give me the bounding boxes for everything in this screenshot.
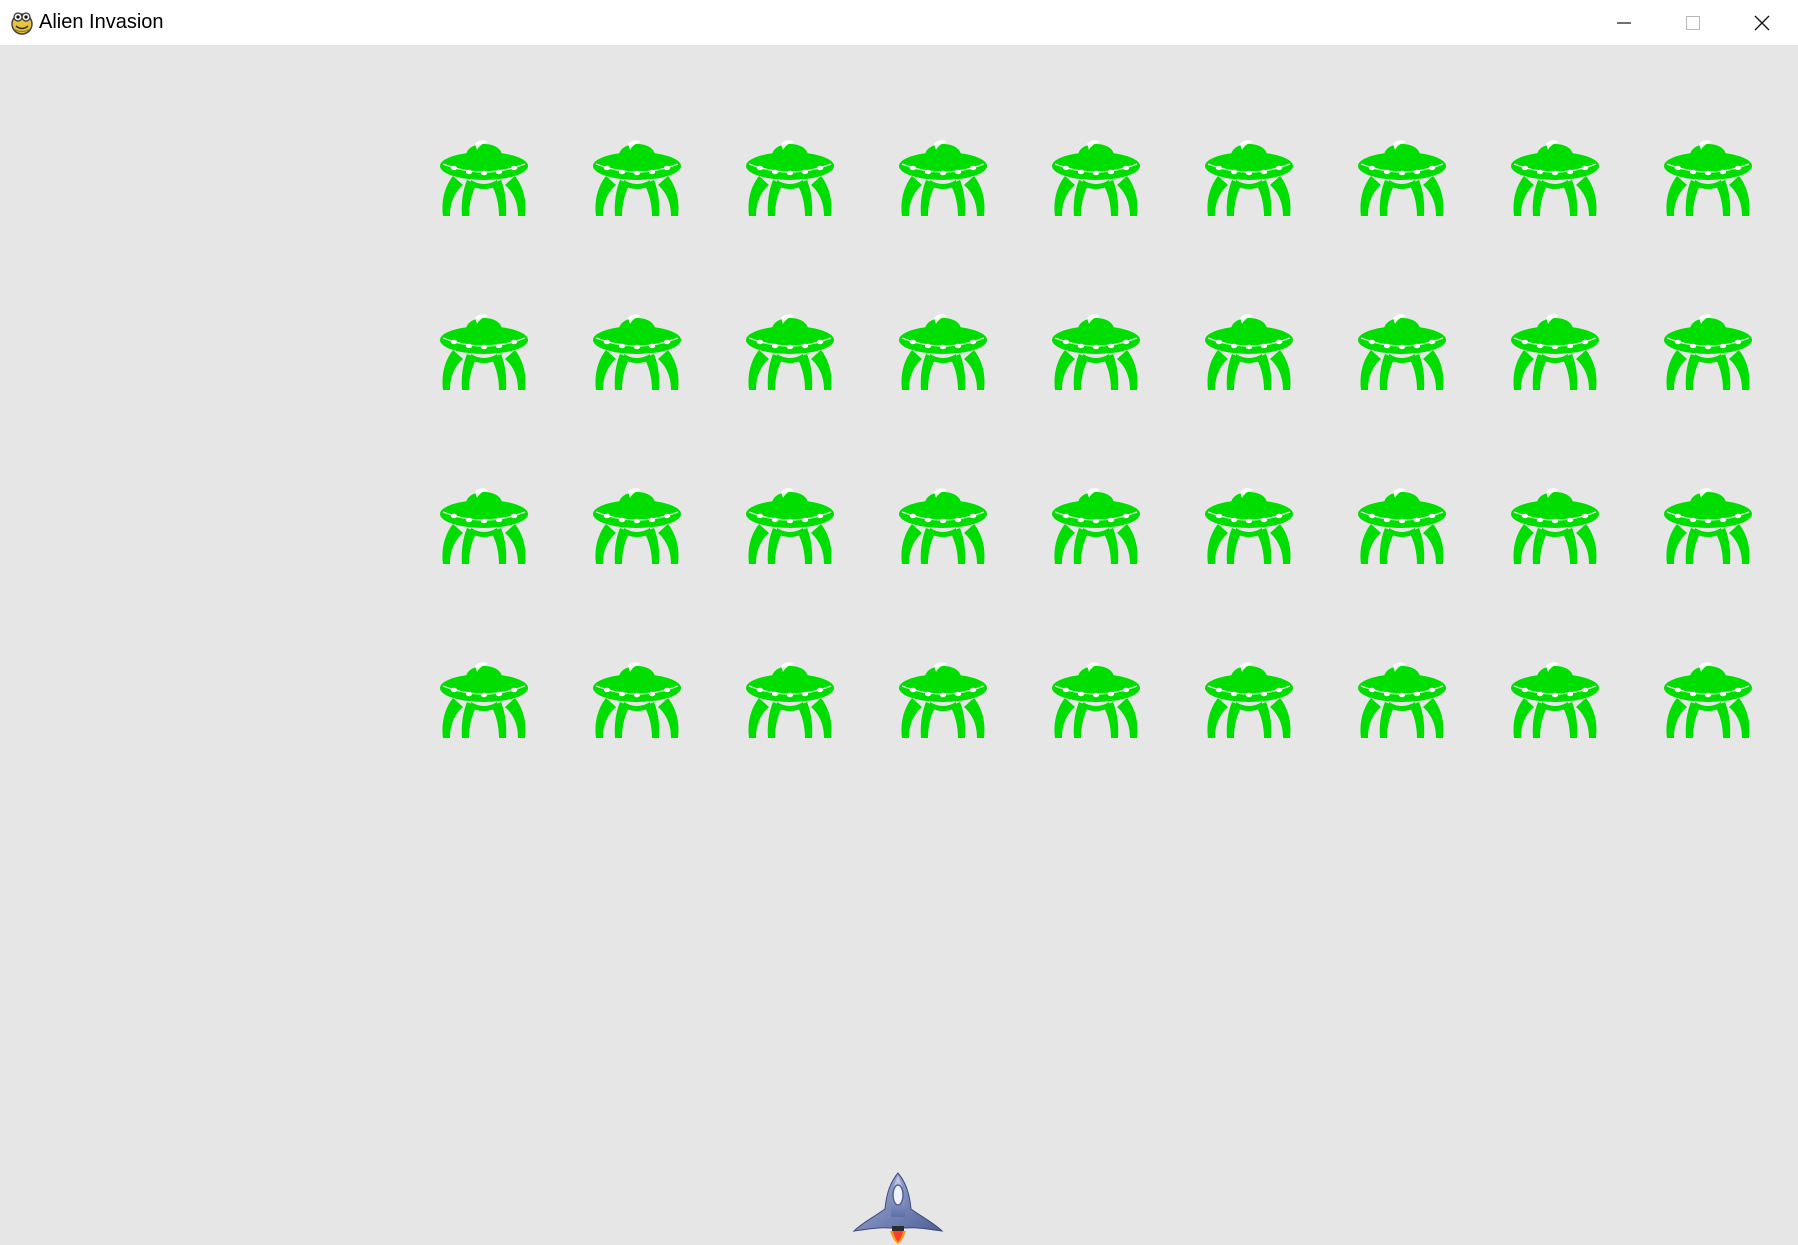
alien-ship — [593, 662, 681, 738]
alien-ship — [1358, 314, 1446, 390]
alien-ship — [1511, 488, 1599, 564]
close-button[interactable] — [1727, 0, 1796, 45]
alien-ship — [1664, 140, 1752, 216]
minimize-icon — [1616, 21, 1631, 24]
alien-ship — [899, 488, 987, 564]
alien-ship — [1664, 488, 1752, 564]
alien-ship — [1511, 140, 1599, 216]
alien-ship — [1511, 314, 1599, 390]
alien-ship — [1205, 140, 1293, 216]
alien-ship — [440, 488, 528, 564]
window-title: Alien Invasion — [39, 11, 164, 33]
alien-ship — [1664, 662, 1752, 738]
alien-ship — [440, 140, 528, 216]
alien-ship — [1358, 662, 1446, 738]
maximize-icon — [1685, 15, 1700, 30]
maximize-button[interactable] — [1658, 0, 1727, 45]
alien-ship — [899, 662, 987, 738]
alien-ship — [1358, 488, 1446, 564]
pygame-snake-icon — [11, 12, 33, 35]
alien-ship — [1205, 314, 1293, 390]
alien-ship — [1664, 314, 1752, 390]
alien-ship — [746, 488, 834, 564]
alien-ship — [593, 488, 681, 564]
alien-ship — [899, 140, 987, 216]
close-icon — [1754, 15, 1769, 30]
alien-ship — [1052, 314, 1140, 390]
minimize-button[interactable] — [1589, 0, 1658, 45]
alien-ship — [746, 314, 834, 390]
alien-ship — [1052, 488, 1140, 564]
game-playfield[interactable] — [0, 45, 1798, 1245]
title-bar[interactable]: Alien Invasion — [0, 0, 1798, 45]
game-window: Alien Invasion — [0, 0, 1798, 1245]
alien-ship — [1205, 488, 1293, 564]
alien-ship — [593, 314, 681, 390]
alien-ship — [1052, 662, 1140, 738]
alien-ship — [1511, 662, 1599, 738]
alien-ship — [746, 140, 834, 216]
alien-ship — [440, 314, 528, 390]
alien-ship — [1358, 140, 1446, 216]
alien-ship — [1052, 140, 1140, 216]
alien-ship — [899, 314, 987, 390]
alien-ship — [746, 662, 834, 738]
alien-ship — [593, 140, 681, 216]
alien-ship — [440, 662, 528, 738]
player-ship[interactable] — [852, 1171, 944, 1245]
alien-ship — [1205, 662, 1293, 738]
